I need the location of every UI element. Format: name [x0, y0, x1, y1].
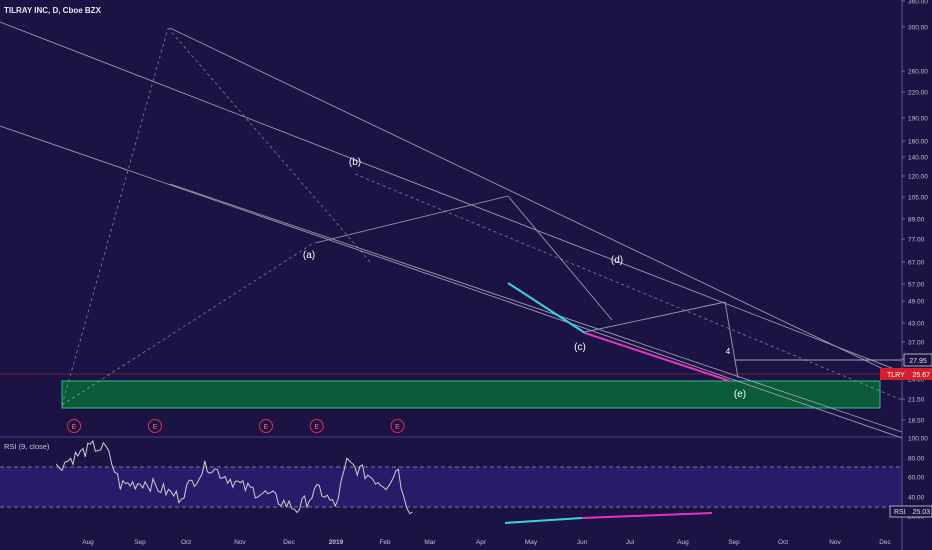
time-axis-label: Sep [728, 539, 740, 546]
earnings-marker-label: E [264, 424, 269, 431]
time-axis-label: Aug [82, 539, 94, 546]
time-axis-label: Oct [181, 539, 191, 546]
price-tick-label: 67.00 [908, 260, 925, 267]
price-tick-label: 260.00 [908, 69, 928, 76]
support-zone [61, 380, 881, 409]
price-tick-label: 43.00 [908, 321, 925, 328]
rsi-current-value: 25.03 [912, 509, 930, 516]
wave-label-a: (a) [303, 250, 315, 261]
time-axis-label: Oct [778, 539, 788, 546]
time-axis-label: Feb [379, 539, 391, 546]
time-axis-label: Nov [829, 539, 841, 546]
earnings-marker-label: E [314, 424, 319, 431]
price-tick-label: 89.00 [908, 217, 925, 224]
price-tick-label: 190.00 [908, 116, 928, 123]
rsi-band [0, 467, 902, 507]
price-tick-label: 105.00 [908, 195, 928, 202]
price-tick-label: 49.00 [908, 299, 925, 306]
price-tick-label: 220.00 [908, 90, 928, 97]
time-axis-label: Jul [626, 539, 635, 546]
rsi-badge-label: RSI [894, 509, 906, 516]
price-tick-label: 18.50 [908, 418, 925, 425]
time-axis-label: Sep [134, 539, 146, 546]
wave-label-d: (d) [611, 255, 623, 266]
rsi-value-badge: RSI 25.03 [889, 505, 932, 518]
earnings-marker-label: E [72, 424, 77, 431]
price-tick-label: 300.00 [908, 25, 928, 32]
subwave-label-4: 4 [726, 347, 731, 356]
rsi-tick-label: 80.00 [908, 456, 925, 463]
time-axis-label: May [525, 539, 538, 546]
marked-level-badge: 27.95 [903, 353, 932, 367]
price-tick-label: 120.00 [908, 174, 928, 181]
price-tick-label: 140.00 [908, 155, 928, 162]
price-tick-label: 77.00 [908, 237, 925, 244]
price-tick-label: 57.00 [908, 282, 925, 289]
rsi-tick-label: 100.00 [908, 436, 928, 443]
time-axis-label: Nov [234, 539, 246, 546]
rsi-tick-label: 40.00 [908, 495, 925, 502]
last-price-value: 25.67 [912, 372, 930, 379]
earnings-marker-label: E [153, 424, 158, 431]
time-axis-label: Dec [879, 539, 891, 546]
price-tick-label: 37.00 [908, 340, 925, 347]
price-tick-label: 360.00 [908, 0, 928, 6]
time-axis-label: Dec [283, 539, 295, 546]
time-axis-label: Mar [424, 539, 436, 546]
price-tick-label: 21.50 [908, 397, 925, 404]
time-axis-label: 2019 [329, 539, 344, 546]
rsi-tick-label: 60.00 [908, 475, 925, 482]
time-axis-label: Aug [677, 539, 689, 546]
time-axis-label: Apr [476, 539, 487, 546]
wave-label-c: (c) [574, 342, 586, 353]
last-price-badge: TLRY 25.67 [880, 368, 932, 380]
wave-label-b: (b) [349, 157, 361, 168]
marked-level-value: 27.95 [909, 358, 927, 365]
price-tick-label: 160.00 [908, 139, 928, 146]
wave-label-e: (e) [734, 389, 746, 400]
last-price-symbol: TLRY [887, 372, 905, 379]
chart-title: TILRAY INC, D, Cboe BZX [4, 6, 102, 15]
price-axis-bg [902, 0, 932, 550]
earnings-marker-label: E [395, 424, 400, 431]
rsi-panel-title: RSI (9, close) [4, 442, 50, 451]
time-axis-label: Jun [577, 539, 588, 546]
tradingview-chart[interactable]: (a) (b) (c) (d) (e) 4 E E E E E 360.00 300.00… [0, 0, 932, 550]
